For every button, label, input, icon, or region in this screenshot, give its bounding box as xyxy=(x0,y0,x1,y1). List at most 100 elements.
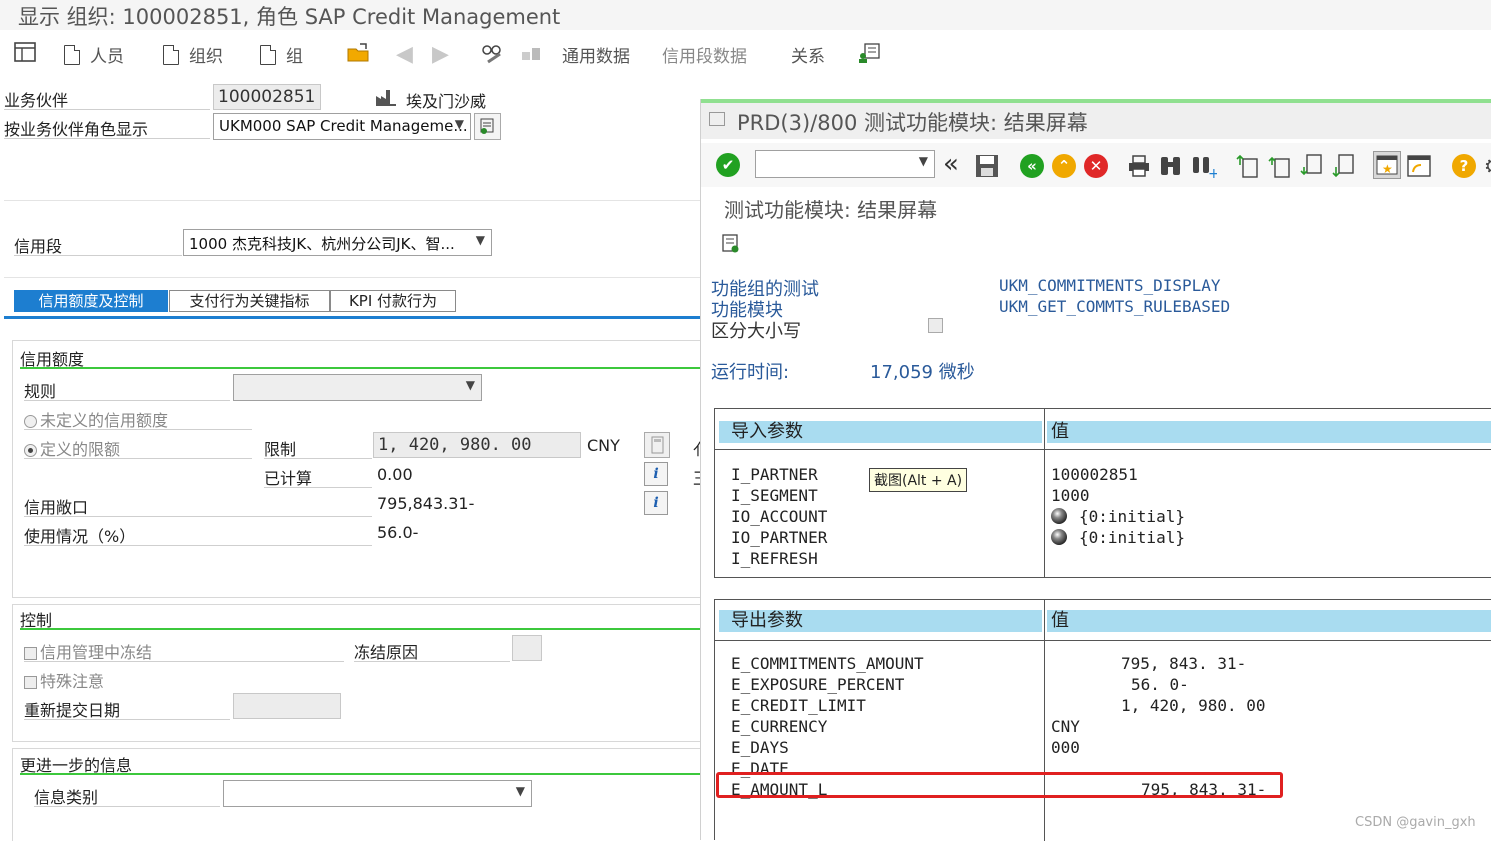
param-i-segment: I_SEGMENT xyxy=(731,486,818,505)
window-icon xyxy=(709,112,725,126)
undefined-limit-label: 未定义的信用额度 xyxy=(40,411,169,430)
usage-label: 使用情况（%） xyxy=(24,523,372,546)
chevron-down-icon: ▼ xyxy=(465,378,475,392)
value-i-partner: 100002851 xyxy=(1051,465,1138,484)
general-data-button[interactable]: 通用数据 xyxy=(562,42,630,67)
blocked-label: 信用管理中冻结 xyxy=(40,643,153,662)
value-e-commitments-amount: 795, 843. 31- xyxy=(1121,654,1247,673)
param-e-credit-limit: E_CREDIT_LIMIT xyxy=(731,696,866,715)
info-type-select[interactable]: ▼ xyxy=(223,780,532,807)
tab-payment-kpi[interactable]: 支付行为关键指标 xyxy=(169,290,330,312)
blocked-checkbox[interactable]: 信用管理中冻结 xyxy=(24,639,344,662)
tab-kpi-payment[interactable]: KPI 付款行为 xyxy=(330,290,456,312)
factory-icon xyxy=(375,88,397,110)
header-divider xyxy=(715,640,1491,641)
function-group-value: UKM_COMMITMENTS_DISPLAY xyxy=(999,276,1221,295)
toolbar-group-button[interactable]: 组 xyxy=(260,42,303,67)
resubmit-date-field[interactable] xyxy=(233,693,341,719)
radio-icon xyxy=(24,415,37,428)
role-select[interactable]: UKM000 SAP Credit Manageme... ▼ xyxy=(213,113,471,140)
document-icon xyxy=(64,44,80,65)
last-page-icon[interactable] xyxy=(1331,153,1357,183)
value-io-partner[interactable]: {0:initial} xyxy=(1051,527,1185,548)
export-value-header: 值 xyxy=(1047,610,1491,632)
exposure-label: 信用敞口 xyxy=(24,494,372,517)
info-icon[interactable]: i xyxy=(644,491,668,515)
save-icon[interactable] xyxy=(975,154,999,182)
chevron-down-icon: ▼ xyxy=(918,154,928,168)
document-icon xyxy=(260,44,276,65)
case-sensitive-label: 区分大小写 xyxy=(711,321,801,342)
bp-number-field[interactable]: 100002851 xyxy=(213,84,321,110)
find-icon[interactable] xyxy=(1159,154,1183,182)
main-toolbar: 人员 组织 组 ◀ ▶ 通用数据 信用段数据 关系 xyxy=(0,34,1491,72)
highlight-box xyxy=(716,772,1283,798)
shortcut-icon[interactable] xyxy=(1405,153,1433,183)
dialog-title-bar: PRD(3)/800 测试功能模块: 结果屏幕 xyxy=(701,103,1491,139)
calculated-value: 0.00 xyxy=(377,465,413,484)
document-icon xyxy=(163,44,179,65)
undefined-limit-radio[interactable]: 未定义的信用额度 xyxy=(24,407,252,430)
next-page-icon[interactable] xyxy=(1299,153,1325,183)
import-table: 导入参数 值 I_PARTNER I_SEGMENT IO_ACCOUNT IO… xyxy=(714,408,1491,578)
runtime-label: 运行时间: xyxy=(711,362,790,383)
settings-icon[interactable]: ⚙ xyxy=(1484,154,1491,178)
object-ball-icon xyxy=(1051,508,1067,524)
find-next-icon[interactable]: + xyxy=(1191,154,1220,182)
value-io-account[interactable]: {0:initial} xyxy=(1051,506,1185,527)
toolbar-org-button[interactable]: 组织 xyxy=(163,42,223,67)
help-icon[interactable]: ? xyxy=(1452,154,1476,178)
back-arrow-icon[interactable]: ◀ xyxy=(396,42,413,67)
credit-segment-data-label: 信用段数据 xyxy=(662,47,747,67)
toolbar-person-label: 人员 xyxy=(90,47,124,67)
debug-icon[interactable] xyxy=(721,233,743,259)
defined-limit-label: 定义的限额 xyxy=(40,440,121,459)
rule-select[interactable]: ▼ xyxy=(233,374,482,401)
param-io-account: IO_ACCOUNT xyxy=(731,507,828,526)
toolbar-org-label: 组织 xyxy=(189,47,223,67)
function-module-value: UKM_GET_COMMTS_RULEBASED xyxy=(999,297,1231,316)
special-attention-checkbox[interactable]: 特殊注意 xyxy=(24,668,104,692)
limit-label: 限制 xyxy=(264,436,372,459)
back-icon[interactable]: « xyxy=(1020,154,1044,178)
watermark: CSDN @gavin_gxh xyxy=(1355,815,1476,830)
check-icon[interactable]: ✔ xyxy=(716,153,740,177)
tab-strip: 信用额度及控制 支付行为关键指标 KPI 付款行为 xyxy=(14,290,700,313)
value-e-credit-limit: 1, 420, 980. 00 xyxy=(1121,696,1266,715)
new-session-icon[interactable]: ★ xyxy=(1373,151,1401,179)
print-icon[interactable] xyxy=(1127,154,1151,182)
segment-select[interactable]: 1000 杰克科技JK、杭州分公司JK、智... ▼ xyxy=(183,229,492,256)
radio-selected-icon xyxy=(24,444,37,457)
exit-icon[interactable]: ⌃ xyxy=(1052,154,1076,178)
runtime-value: 17,059 微秒 xyxy=(870,362,975,383)
svg-text:★: ★ xyxy=(1382,162,1393,176)
double-left-icon[interactable]: « xyxy=(943,150,959,178)
calculator-icon[interactable] xyxy=(644,432,670,458)
info-icon[interactable]: i xyxy=(644,462,668,486)
tab-credit-limit[interactable]: 信用额度及控制 xyxy=(14,290,168,312)
first-page-icon[interactable] xyxy=(1235,153,1261,183)
person-grid-icon[interactable] xyxy=(858,42,882,64)
info-type-label: 信息类别 xyxy=(34,784,220,807)
window-title: 显示 组织: 100002851, 角色 SAP Credit Manageme… xyxy=(18,5,561,29)
transport-icon[interactable] xyxy=(520,42,542,62)
folder-icon[interactable] xyxy=(346,42,370,62)
credit-segment-data-button[interactable]: 信用段数据 xyxy=(662,42,747,67)
case-sensitive-checkbox[interactable] xyxy=(928,318,943,333)
usage-value: 56.0- xyxy=(377,523,419,542)
role-label: 按业务伙伴角色显示 xyxy=(4,116,210,139)
toolbar-person-button[interactable]: 人员 xyxy=(64,42,124,67)
cancel-icon[interactable]: ✕ xyxy=(1084,154,1108,178)
layout-icon[interactable] xyxy=(14,42,36,62)
command-field[interactable]: ▼ xyxy=(755,150,935,178)
previous-page-icon[interactable] xyxy=(1267,153,1293,183)
limit-field[interactable]: 1, 420, 980. 00 xyxy=(373,432,581,458)
glasses-pencil-icon[interactable] xyxy=(480,42,504,64)
object-ball-icon xyxy=(1051,529,1067,545)
relations-button[interactable]: 关系 xyxy=(791,42,825,67)
rule-label: 规则 xyxy=(24,378,230,401)
block-reason-field[interactable] xyxy=(512,635,542,661)
defined-limit-radio[interactable]: 定义的限额 xyxy=(24,436,252,459)
role-change-icon[interactable] xyxy=(474,113,501,140)
forward-arrow-icon[interactable]: ▶ xyxy=(432,42,449,67)
